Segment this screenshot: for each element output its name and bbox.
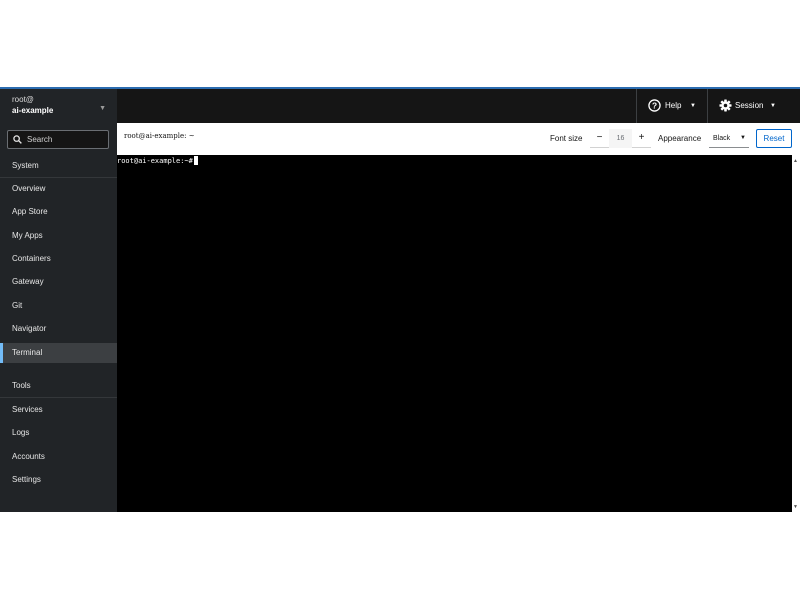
chevron-down-icon: ▼ [690,103,696,109]
svg-text:?: ? [652,101,657,111]
appearance-select[interactable]: Black ▼ [709,129,749,148]
sidebar-item-logs[interactable]: Logs [0,423,117,443]
scroll-up-icon[interactable]: ▲ [793,158,798,164]
font-size-increase-button[interactable]: + [632,129,651,148]
sidebar-item-services[interactable]: Services [0,400,117,420]
sidebar-item-app-store[interactable]: App Store [0,202,117,222]
divider [0,177,117,178]
font-size-label: Font size [550,134,583,143]
scroll-down-icon[interactable]: ▼ [793,504,798,510]
appearance-value: Black [713,135,731,142]
appearance-label: Appearance [658,134,702,143]
terminal-screen[interactable]: root@ai-example:~# [117,155,792,512]
help-icon: ? [648,99,661,112]
help-menu-button[interactable]: ? Help ▼ [636,89,707,123]
terminal-line: root@ai-example:~# [117,156,198,165]
sidebar-item-gateway[interactable]: Gateway [0,272,117,292]
sidebar-item-my-apps[interactable]: My Apps [0,226,117,246]
gear-icon [719,99,732,112]
session-menu-button[interactable]: Session ▼ [707,89,788,123]
reset-button[interactable]: Reset [756,129,792,148]
font-size-input[interactable]: 16 [609,129,632,148]
divider [0,397,117,398]
terminal-title: root@ai-example: ~ [124,132,195,140]
sidebar-item-terminal[interactable]: Terminal [0,343,117,363]
terminal-prompt: root@ai-example:~# [117,157,193,165]
search-input[interactable]: Search [7,130,109,149]
help-label: Help [665,101,682,110]
cockpit-window: root@ ai-example ▼ Search System Overvie… [0,87,800,512]
host-switcher[interactable]: root@ ai-example ▼ [0,89,117,123]
terminal-toolbar: root@ai-example: ~ Font size − 16 + Appe… [117,123,800,155]
search-placeholder: Search [27,135,53,144]
sidebar-item-settings[interactable]: Settings [0,470,117,490]
sidebar-item-accounts[interactable]: Accounts [0,447,117,467]
sidebar-item-system[interactable]: System [0,156,117,176]
sidebar-item-navigator[interactable]: Navigator [0,319,117,339]
font-size-decrease-button[interactable]: − [590,129,609,148]
sidebar-item-tools[interactable]: Tools [0,376,117,396]
search-icon [13,135,22,144]
sidebar-item-containers[interactable]: Containers [0,249,117,269]
sidebar-item-overview[interactable]: Overview [0,179,117,199]
chevron-down-icon: ▼ [770,103,776,109]
session-label: Session [735,101,764,110]
sidebar-item-git[interactable]: Git [0,296,117,316]
terminal-cursor [193,156,198,165]
chevron-down-icon: ▼ [99,105,106,112]
font-size-stepper: − 16 + [590,129,651,148]
chevron-down-icon: ▼ [740,135,746,141]
masthead: ? Help ▼ Session ▼ [117,89,800,123]
sidebar: root@ ai-example ▼ Search System Overvie… [0,89,117,512]
terminal-scrollbar[interactable]: ▲ ▼ [792,155,800,512]
